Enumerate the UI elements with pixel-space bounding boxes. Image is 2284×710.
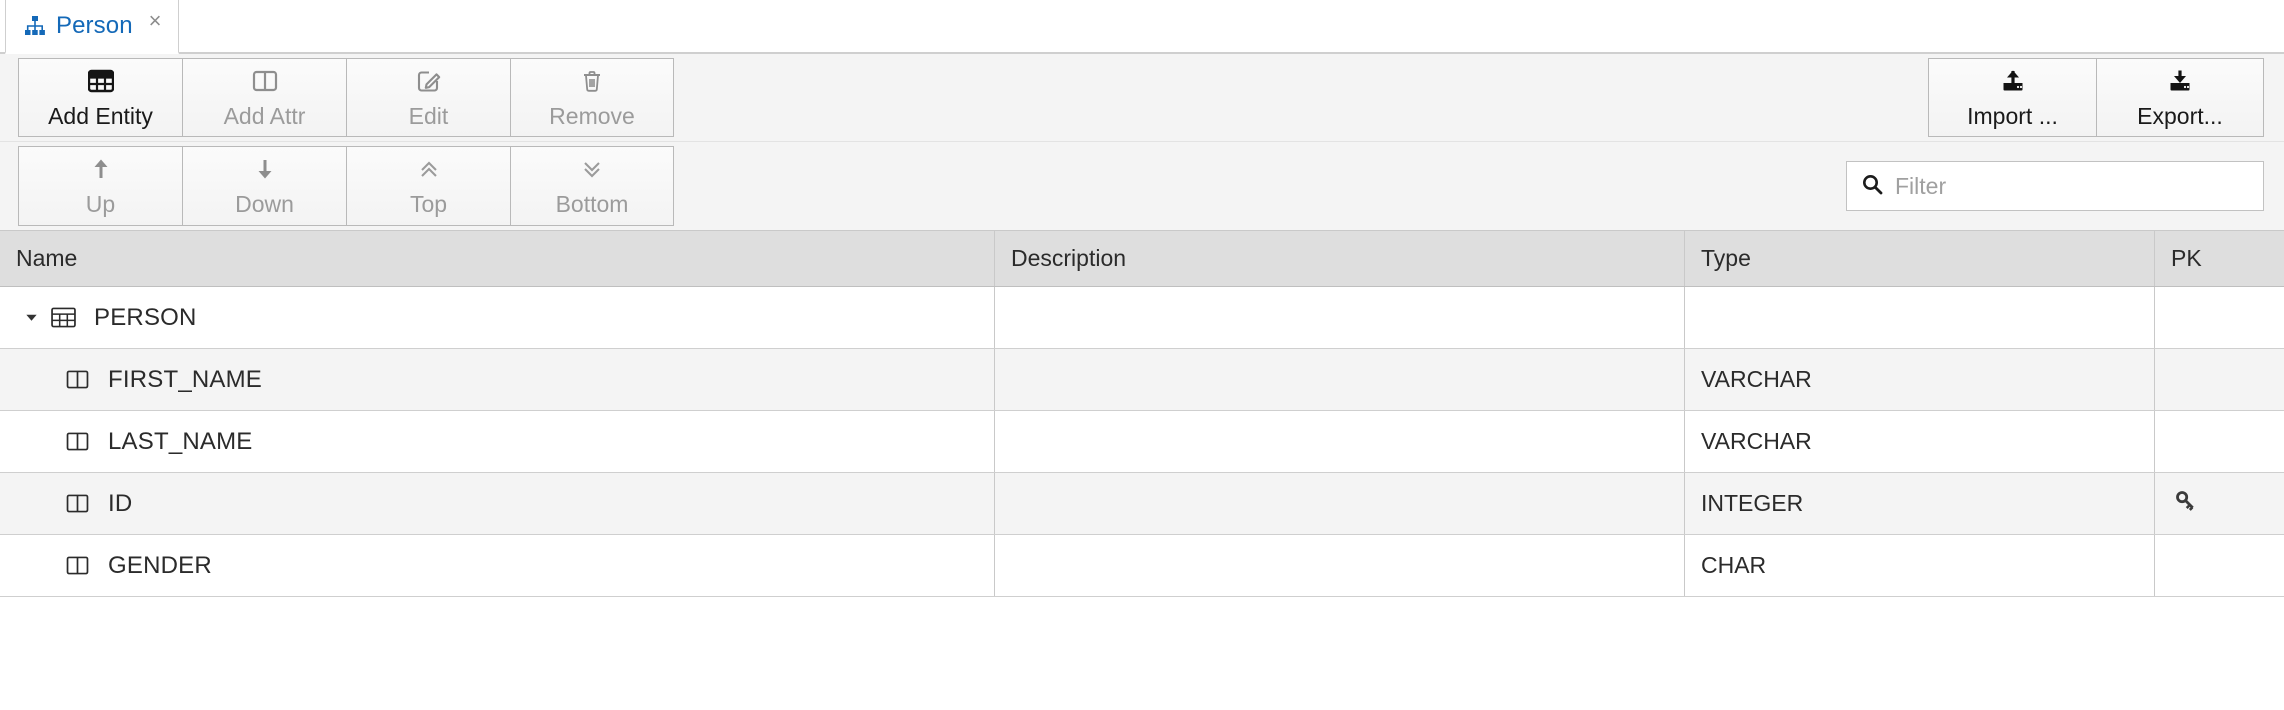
edit-button[interactable]: Edit <box>346 58 510 137</box>
row-name-label: GENDER <box>108 551 212 579</box>
add-entity-button[interactable]: Add Entity <box>18 58 182 137</box>
export-label: Export... <box>2137 102 2223 129</box>
close-icon[interactable]: × <box>149 10 162 32</box>
reorder-group: Up Down Top Bottom <box>0 142 674 230</box>
edit-pencil-icon <box>416 66 442 96</box>
add-attr-label: Add Attr <box>223 102 306 129</box>
column-icon <box>60 556 94 575</box>
column-icon <box>60 370 94 389</box>
tab-label: Person <box>56 12 133 39</box>
row-type-cell[interactable]: VARCHAR <box>1685 411 2155 472</box>
table-bottom-spacer <box>0 597 2284 609</box>
search-icon <box>1861 173 1883 200</box>
filter-placeholder: Filter <box>1895 172 1947 199</box>
row-name-cell[interactable]: FIRST_NAME <box>0 349 995 410</box>
row-description-cell[interactable] <box>995 411 1685 472</box>
row-description-cell[interactable] <box>995 535 1685 596</box>
hierarchy-icon <box>24 15 46 37</box>
remove-button[interactable]: Remove <box>510 58 674 137</box>
table-row[interactable]: LAST_NAME VARCHAR <box>0 411 2284 473</box>
move-down-label: Down <box>235 191 294 217</box>
add-attr-button[interactable]: Add Attr <box>182 58 346 137</box>
row-name-cell[interactable]: GENDER <box>0 535 995 596</box>
row-name-label: FIRST_NAME <box>108 365 263 393</box>
arrow-down-icon <box>254 154 276 184</box>
export-button[interactable]: Export... <box>2096 58 2264 137</box>
table-row[interactable]: ID INTEGER <box>0 473 2284 535</box>
row-name-label: ID <box>108 489 133 517</box>
row-name-cell[interactable]: LAST_NAME <box>0 411 995 472</box>
table-icon <box>87 66 114 96</box>
move-top-button[interactable]: Top <box>346 146 510 226</box>
row-description-cell[interactable] <box>995 473 1685 534</box>
table-row[interactable]: PERSON <box>0 287 2284 349</box>
table-header-row: Name Description Type PK <box>0 231 2284 287</box>
remove-label: Remove <box>549 102 635 129</box>
move-down-button[interactable]: Down <box>182 146 346 226</box>
row-pk-cell[interactable] <box>2155 535 2284 596</box>
chevron-down-icon[interactable] <box>16 310 46 325</box>
import-button[interactable]: Import ... <box>1928 58 2096 137</box>
row-pk-cell[interactable] <box>2155 349 2284 410</box>
tab-bar: Person × <box>0 0 2284 54</box>
edit-label: Edit <box>408 102 449 129</box>
row-type-cell[interactable]: CHAR <box>1685 535 2155 596</box>
move-bottom-label: Bottom <box>555 191 629 217</box>
row-type-cell[interactable] <box>1685 287 2155 348</box>
secondary-toolbar: Up Down Top Bottom Filter <box>0 142 2284 230</box>
double-chevron-up-icon <box>418 154 440 184</box>
row-type-cell[interactable]: INTEGER <box>1685 473 2155 534</box>
row-type-cell[interactable]: VARCHAR <box>1685 349 2155 410</box>
row-pk-cell[interactable] <box>2155 287 2284 348</box>
schema-tree-table: Name Description Type PK PERSON FIRST_NA… <box>0 230 2284 609</box>
column-icon <box>60 432 94 451</box>
table-row[interactable]: FIRST_NAME VARCHAR <box>0 349 2284 411</box>
column-header-description[interactable]: Description <box>995 231 1685 286</box>
add-entity-label: Add Entity <box>48 102 153 129</box>
column-header-type[interactable]: Type <box>1685 231 2155 286</box>
move-bottom-button[interactable]: Bottom <box>510 146 674 226</box>
tab-person[interactable]: Person × <box>5 0 179 54</box>
search-input[interactable]: Filter <box>1846 161 2264 211</box>
row-name-label: PERSON <box>94 303 197 331</box>
move-top-label: Top <box>409 191 448 217</box>
row-name-cell[interactable]: PERSON <box>0 287 995 348</box>
trash-icon <box>580 66 604 96</box>
column-icon <box>252 66 278 96</box>
primary-toolbar-group: Add Entity Add Attr Edit Remove <box>0 54 674 141</box>
table-row[interactable]: GENDER CHAR <box>0 535 2284 597</box>
double-chevron-down-icon <box>581 154 603 184</box>
row-description-cell[interactable] <box>995 349 1685 410</box>
filter-container: Filter <box>1846 142 2284 230</box>
move-up-label: Up <box>85 191 116 217</box>
row-pk-cell[interactable] <box>2155 473 2284 534</box>
primary-toolbar: Add Entity Add Attr Edit Remove Import .… <box>0 54 2284 142</box>
download-icon <box>2167 66 2193 96</box>
key-icon <box>2173 488 2199 520</box>
row-name-cell[interactable]: ID <box>0 473 995 534</box>
column-header-pk[interactable]: PK <box>2155 231 2284 286</box>
table-icon <box>46 307 80 328</box>
column-icon <box>60 494 94 513</box>
row-pk-cell[interactable] <box>2155 411 2284 472</box>
row-name-label: LAST_NAME <box>108 427 253 455</box>
column-header-name[interactable]: Name <box>0 231 995 286</box>
upload-icon <box>2000 66 2026 96</box>
move-up-button[interactable]: Up <box>18 146 182 226</box>
import-export-group: Import ... Export... <box>1910 54 2284 141</box>
arrow-up-icon <box>90 154 112 184</box>
import-label: Import ... <box>1967 102 2058 129</box>
row-description-cell[interactable] <box>995 287 1685 348</box>
